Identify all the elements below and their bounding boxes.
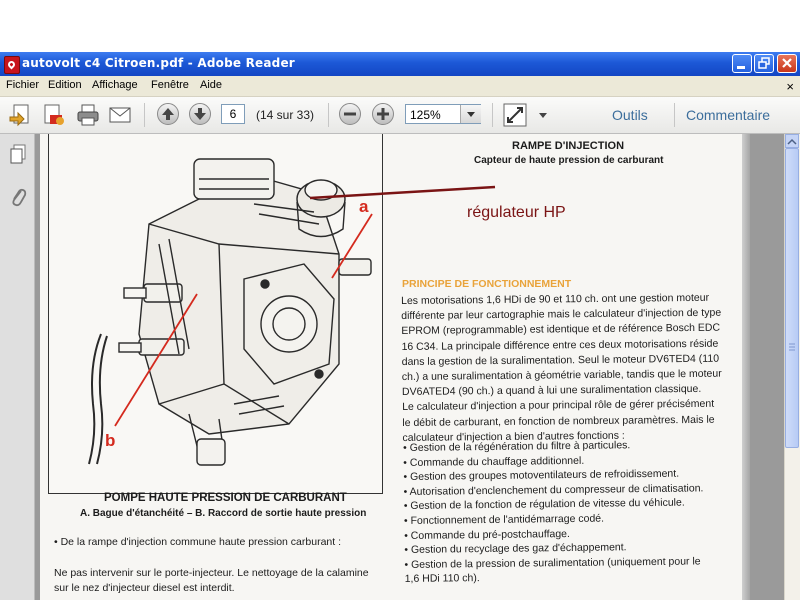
minus-icon [344, 112, 356, 116]
left-paragraph-line: sur le nez d'injecteur diesel est interd… [54, 582, 235, 594]
toolbar-separator [328, 103, 329, 127]
left-paragraph-line: Ne pas intervenir sur le porte-injecteur… [54, 567, 369, 579]
scrollbar-thumb[interactable] [785, 148, 799, 448]
grip-icon [789, 343, 795, 351]
arrow-up-icon [162, 108, 174, 120]
email-button[interactable] [108, 103, 132, 127]
paperclip-icon [12, 188, 27, 207]
adobe-reader-icon[interactable] [4, 56, 20, 74]
menu-bar: Fichier Edition Affichage Fenêtre Aide × [0, 76, 800, 97]
plus-icon [377, 108, 389, 120]
pages-icon [10, 144, 26, 164]
toolbar-separator [674, 103, 675, 127]
menu-fenetre[interactable]: Fenêtre [151, 79, 189, 91]
pages-thumbnails-button[interactable] [9, 144, 27, 164]
restore-button[interactable] [754, 54, 774, 73]
functions-list: • Gestion de la régénération du filtre à… [403, 437, 739, 587]
page-count: (14 sur 33) [256, 108, 315, 122]
next-page-button[interactable] [189, 103, 211, 125]
print-icon [77, 104, 99, 126]
email-icon [109, 107, 131, 123]
previous-page-button[interactable] [157, 103, 179, 125]
section-title: RAMPE D'INJECTION [512, 140, 625, 152]
page-edge [742, 134, 750, 600]
attachments-button[interactable] [9, 186, 27, 208]
menu-affichage[interactable]: Affichage [92, 79, 138, 91]
arrow-down-icon [194, 108, 206, 120]
restore-icon [755, 55, 773, 72]
zoom-dropdown-button[interactable] [460, 105, 481, 123]
menu-fichier[interactable]: Fichier [6, 79, 39, 91]
figure-caption-subtitle: A. Bague d'étanchéité – B. Raccord de so… [80, 508, 367, 519]
figure-caption-title: POMPE HAUTE PRESSION DE CARBURANT [104, 492, 347, 504]
window-title-bar[interactable]: autovolt c4 Citroen.pdf - Adobe Reader [0, 52, 800, 76]
menu-aide[interactable]: Aide [200, 79, 222, 91]
minimize-icon [733, 55, 751, 72]
scroll-up-button[interactable] [785, 134, 799, 148]
chevron-down-icon [539, 113, 547, 118]
combine-files-button[interactable] [42, 103, 66, 127]
toolbar [0, 97, 800, 134]
window-title: autovolt c4 Citroen.pdf - Adobe Reader [22, 56, 295, 70]
fit-options-dropdown[interactable] [536, 103, 550, 127]
principe-heading: PRINCIPE DE FONCTIONNEMENT [402, 278, 572, 290]
left-bullet-text: • De la rampe d'injection commune haute … [54, 536, 341, 548]
expand-arrows-icon [503, 103, 527, 127]
combine-files-icon [44, 104, 64, 125]
zoom-in-button[interactable] [372, 103, 394, 125]
section-subtitle: Capteur de haute pression de carburant [474, 155, 664, 166]
page-number-input[interactable] [221, 104, 245, 124]
zoom-out-button[interactable] [339, 103, 361, 125]
zoom-value: 125% [410, 108, 441, 122]
close-window-button[interactable] [777, 54, 797, 73]
create-pdf-icon [9, 104, 29, 127]
document-close-icon[interactable]: × [786, 79, 794, 94]
principe-paragraph: Les motorisations 1,6 HDi de 90 et 110 c… [401, 290, 739, 446]
tools-pane-button[interactable]: Outils [612, 107, 648, 123]
chevron-up-icon [787, 138, 797, 145]
menu-edition[interactable]: Edition [48, 79, 82, 91]
minimize-button[interactable] [732, 54, 752, 73]
left-paragraph: Ne pas intervenir sur le porte-injecteur… [54, 566, 384, 596]
navigation-panel [0, 134, 35, 600]
fit-page-button[interactable] [503, 103, 527, 127]
comment-pane-button[interactable]: Commentaire [686, 107, 770, 123]
toolbar-separator [492, 103, 493, 127]
create-pdf-button[interactable] [8, 103, 32, 127]
annotation-text: régulateur HP [467, 204, 566, 221]
toolbar-separator [144, 103, 145, 127]
close-icon [778, 55, 796, 72]
chevron-down-icon [467, 112, 475, 117]
print-button[interactable] [76, 103, 100, 127]
label-b: b [105, 431, 115, 450]
